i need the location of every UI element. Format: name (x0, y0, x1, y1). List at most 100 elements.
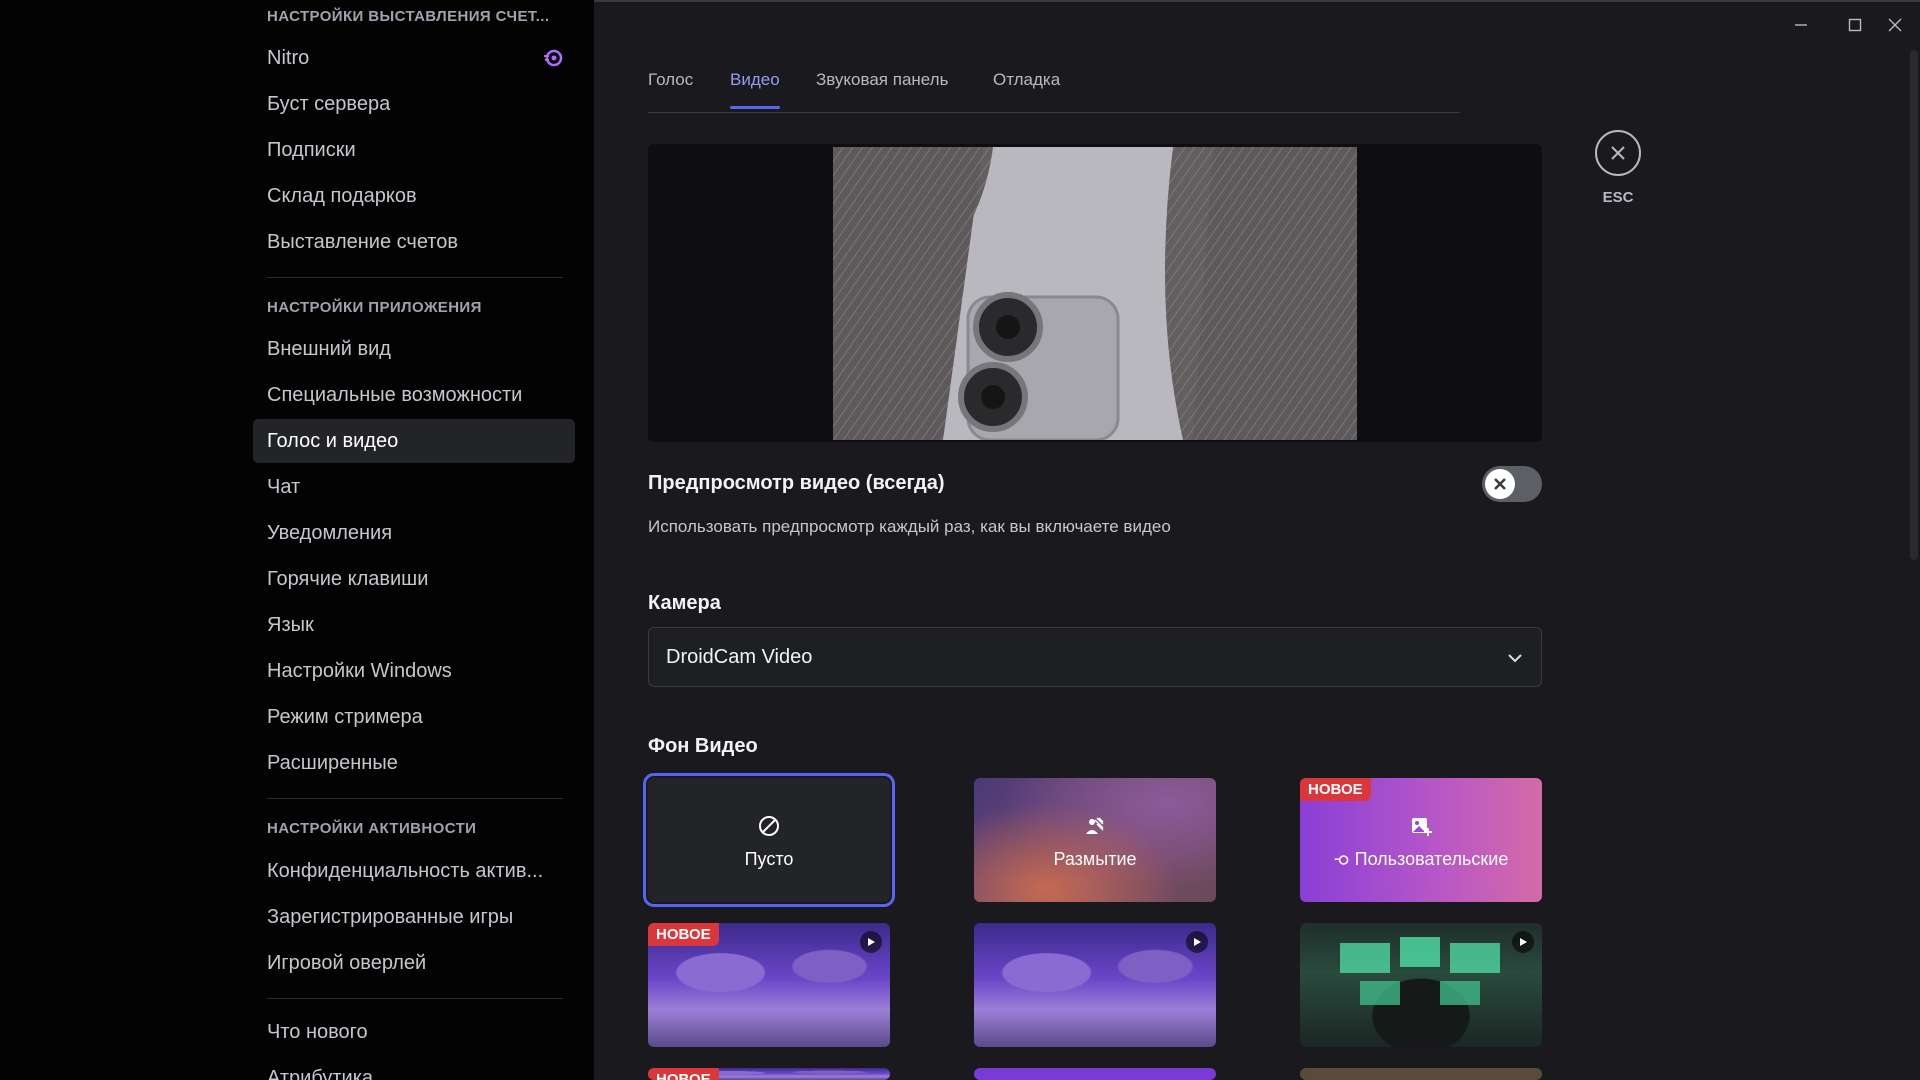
play-icon (860, 931, 882, 953)
sidebar-item-windows-settings[interactable]: Настройки Windows (253, 649, 575, 693)
chevron-down-icon (1508, 654, 1522, 663)
sidebar-item-subscriptions[interactable]: Подписки (253, 128, 575, 172)
tab-video[interactable]: Видео (730, 70, 780, 109)
sidebar-item-label: Горячие клавиши (267, 568, 429, 590)
sidebar-item-label: Атрибутика (267, 1067, 374, 1080)
card-content: Размытие (974, 814, 1216, 870)
sidebar-item-label: Что нового (267, 1021, 368, 1043)
sidebar-item-server-boost[interactable]: Буст сервера (253, 82, 575, 126)
background-option-partial[interactable] (974, 1068, 1216, 1080)
sidebar-item-game-overlay[interactable]: Игровой оверлей (253, 941, 575, 985)
voice-video-tabs: Голос Видео Звуковая панель Отладка (648, 60, 1460, 113)
nitro-icon (1334, 855, 1349, 866)
video-background-label: Фон Видео (648, 735, 758, 757)
sidebar-item-label: Настройки Windows (267, 660, 452, 682)
sidebar-item-whats-new[interactable]: Что нового (253, 1010, 575, 1054)
background-option-mushroom-night[interactable] (974, 923, 1216, 1047)
card-label-text: Пользовательские (1354, 849, 1509, 869)
close-icon (1611, 146, 1625, 160)
sidebar-item-label: Подписки (267, 139, 356, 161)
sidebar-item-label: Специальные возможности (267, 384, 523, 406)
tab-debug[interactable]: Отладка (993, 70, 1060, 108)
esc-label: ESC (1602, 189, 1634, 206)
card-label: Пусто (744, 849, 794, 869)
card-label: Размытие (1053, 849, 1137, 869)
sidebar-item-label: Nitro (267, 47, 310, 69)
nitro-icon (544, 49, 563, 67)
sidebar-item-label: Выставление счетов (267, 231, 458, 253)
sidebar-item-streamer-mode[interactable]: Режим стримера (253, 695, 575, 739)
new-badge: НОВОЕ (1300, 778, 1371, 801)
tab-soundboard[interactable]: Звуковая панель (816, 70, 948, 108)
sidebar-divider (267, 998, 563, 999)
camera-label: Камера (648, 592, 721, 614)
sidebar-item-registered-games[interactable]: Зарегистрированные игры (253, 895, 575, 939)
background-option-computer-room[interactable] (1300, 923, 1542, 1047)
card-content: Пусто (648, 814, 890, 870)
background-option-blur[interactable]: Размытие (974, 778, 1216, 902)
new-badge: НОВОЕ (648, 1068, 719, 1080)
sidebar-item-label: Внешний вид (267, 338, 391, 360)
play-icon (1512, 931, 1534, 953)
background-option-custom[interactable]: НОВОЕ Пользовательские (1300, 778, 1542, 902)
close-icon (1888, 18, 1902, 32)
sidebar-item-notifications[interactable]: Уведомления (253, 511, 575, 555)
sidebar-item-label: Буст сервера (267, 93, 391, 115)
new-badge: НОВОЕ (648, 923, 719, 946)
sidebar-item-advanced[interactable]: Расширенные (253, 741, 575, 785)
sidebar-item-label: Голос и видео (267, 430, 399, 452)
toggle-knob (1485, 469, 1515, 499)
card-content: Пользовательские (1300, 814, 1542, 870)
sidebar-item-nitro[interactable]: Nitro (253, 36, 575, 80)
minimize-icon (1795, 24, 1807, 26)
sidebar-header-billing: НАСТРОЙКИ ВЫСТАВЛЕНИЯ СЧЕТ... (267, 8, 550, 25)
camera-preview (648, 144, 1542, 442)
sidebar-item-label: Склад подарков (267, 185, 417, 207)
sidebar-item-accessibility[interactable]: Специальные возможности (253, 373, 575, 417)
sidebar-item-merch[interactable]: Атрибутика (253, 1056, 575, 1080)
add-image-icon (1412, 818, 1432, 836)
sidebar-item-keybinds[interactable]: Горячие клавиши (253, 557, 575, 601)
sidebar-item-billing[interactable]: Выставление счетов (253, 220, 575, 264)
sidebar-divider (267, 277, 563, 278)
sidebar-item-label: Режим стримера (267, 706, 423, 728)
sidebar-item-appearance[interactable]: Внешний вид (253, 327, 575, 371)
always-preview-description: Использовать предпросмотр каждый раз, ка… (648, 517, 1171, 536)
sidebar-item-label: Язык (267, 614, 314, 636)
none-icon (759, 816, 779, 836)
sidebar-item-activity-privacy[interactable]: Конфиденциальность актив... (253, 849, 575, 893)
play-icon (1186, 931, 1208, 953)
close-settings-button[interactable] (1595, 130, 1641, 176)
sidebar-divider (267, 798, 563, 799)
blur-icon (1086, 817, 1104, 834)
sidebar-item-label: Расширенные (267, 752, 398, 774)
settings-sidebar: НАСТРОЙКИ ВЫСТАВЛЕНИЯ СЧЕТ... Nitro Буст… (0, 0, 594, 1080)
always-preview-toggle[interactable] (1482, 466, 1542, 502)
sidebar-item-label: Игровой оверлей (267, 952, 427, 974)
scrollbar[interactable] (1910, 50, 1918, 560)
sidebar-item-language[interactable]: Язык (253, 603, 575, 647)
minimize-button[interactable] (1778, 10, 1824, 40)
sidebar-item-label: Зарегистрированные игры (267, 906, 514, 928)
sidebar-header-activity: НАСТРОЙКИ АКТИВНОСТИ (267, 820, 477, 837)
camera-feed-image (833, 147, 1357, 440)
tab-voice[interactable]: Голос (648, 70, 693, 108)
camera-selected-value: DroidCam Video (666, 646, 813, 668)
maximize-icon (1848, 18, 1862, 32)
camera-feed-illustration (833, 147, 1357, 440)
background-option-mushroom-night-new[interactable]: НОВОЕ (648, 923, 890, 1047)
sidebar-item-voice-video[interactable]: Голос и видео (253, 419, 575, 463)
sidebar-item-chat[interactable]: Чат (253, 465, 575, 509)
sidebar-item-label: Чат (267, 476, 301, 498)
card-label: Пользовательские (1300, 849, 1542, 870)
background-option-partial[interactable] (1300, 1068, 1542, 1080)
camera-select[interactable]: DroidCam Video (648, 627, 1542, 687)
window-close-button[interactable] (1872, 10, 1918, 40)
background-option-none[interactable]: Пусто (643, 773, 895, 907)
sidebar-item-label: Конфиденциальность актив... (267, 860, 544, 882)
always-preview-title: Предпросмотр видео (всегда) (648, 472, 945, 494)
toggle-off-icon (1494, 478, 1506, 490)
background-option-partial[interactable]: НОВОЕ (648, 1068, 890, 1080)
sidebar-header-app: НАСТРОЙКИ ПРИЛОЖЕНИЯ (267, 299, 482, 316)
sidebar-item-gift-inventory[interactable]: Склад подарков (253, 174, 575, 218)
